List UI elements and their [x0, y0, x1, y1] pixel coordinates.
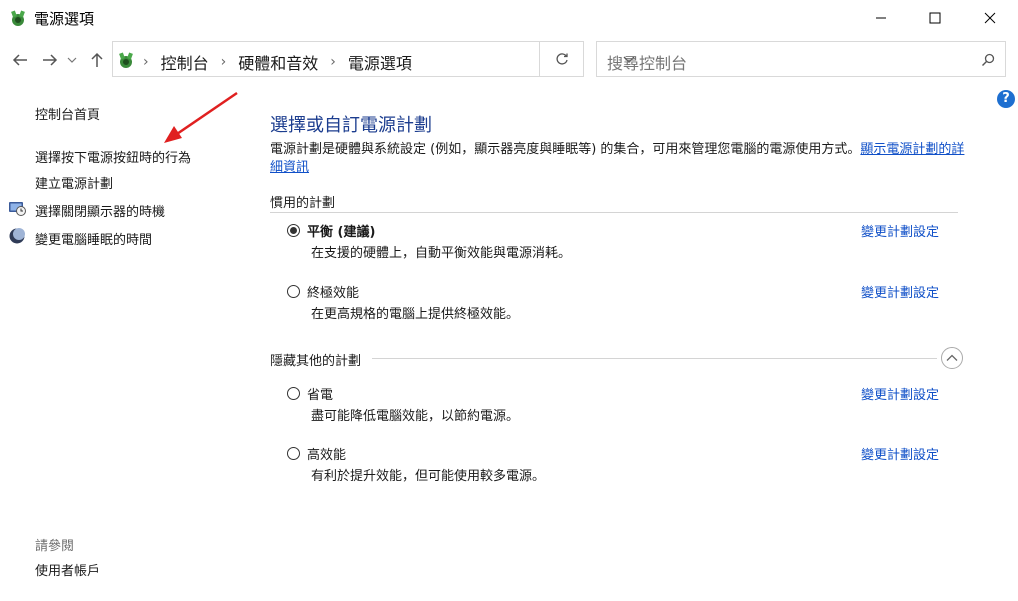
plan-balanced-radio[interactable]: [287, 224, 300, 237]
plan-high-performance-desc: 有利於提升效能，但可能使用較多電源。: [311, 469, 546, 484]
section-divider: [270, 212, 958, 213]
close-icon: [984, 12, 996, 24]
refresh-icon: [555, 53, 568, 65]
section-divider: [372, 358, 937, 359]
page-title: 選擇或自訂電源計劃: [270, 115, 432, 136]
sleep-time-link[interactable]: 變更電腦睡眠的時間: [35, 229, 152, 248]
plan-details-link[interactable]: 顯示電源計劃的詳: [860, 142, 964, 157]
description-text: 電源計劃是硬體與系統設定 (例如，顯示器亮度與睡眠等) 的集合，可用來管理您電腦…: [270, 142, 861, 157]
plan-power-saver-radio[interactable]: [287, 387, 300, 400]
annotation-arrow-icon: [164, 91, 238, 143]
page-description: 電源計劃是硬體與系統設定 (例如，顯示器亮度與睡眠等) 的集合，可用來管理您電腦…: [270, 141, 970, 177]
search-placeholder: 搜尋控制台: [607, 54, 688, 73]
minimize-button[interactable]: [858, 0, 904, 36]
power-options-icon: [119, 52, 133, 68]
sleep-moon-icon: [9, 228, 25, 244]
power-button-behavior-link[interactable]: 選擇按下電源按鈕時的行為: [35, 147, 191, 166]
window-title: 電源選項: [34, 10, 95, 28]
display-off-link[interactable]: 選擇關閉顯示器的時機: [35, 201, 165, 220]
plan-details-link-continued[interactable]: 細資訊: [270, 160, 309, 175]
forward-arrow-icon: [43, 54, 58, 66]
plan-ultimate-radio[interactable]: [287, 285, 300, 298]
plan-balanced-name[interactable]: 平衡 (建議): [307, 221, 375, 240]
up-button[interactable]: [85, 48, 109, 72]
plan-balanced-settings-link[interactable]: 變更計劃設定: [861, 221, 939, 240]
hidden-plans-heading: 隱藏其他的計劃: [270, 354, 362, 369]
title-bar: 電源選項: [0, 0, 1018, 36]
collapse-hidden-plans-button[interactable]: [941, 347, 963, 369]
breadcrumb: › 控制台 › 硬體和音效 › 電源選項: [143, 50, 412, 74]
refresh-button[interactable]: [540, 41, 584, 77]
plan-high-performance-radio[interactable]: [287, 447, 300, 460]
display-clock-icon: [9, 202, 26, 216]
address-bar[interactable]: › 控制台 › 硬體和音效 › 電源選項: [112, 41, 635, 77]
breadcrumb-separator-icon[interactable]: ›: [330, 54, 336, 70]
close-button[interactable]: [967, 0, 1013, 36]
up-arrow-icon: [91, 52, 103, 67]
plan-high-performance-name[interactable]: 高效能: [307, 444, 346, 463]
plan-high-performance-settings-link[interactable]: 變更計劃設定: [861, 444, 939, 463]
plan-ultimate-settings-link[interactable]: 變更計劃設定: [861, 282, 939, 301]
plan-balanced-desc: 在支援的硬體上，自動平衡效能與電源消耗。: [311, 246, 572, 261]
back-button[interactable]: [8, 48, 32, 72]
back-arrow-icon: [12, 54, 27, 66]
plan-power-saver-name[interactable]: 省電: [307, 384, 333, 403]
minimize-icon: [876, 17, 886, 19]
plan-power-saver-desc: 盡可能降低電腦效能，以節約電源。: [311, 409, 520, 424]
plan-ultimate-desc: 在更高規格的電腦上提供終極效能。: [311, 307, 520, 322]
breadcrumb-control-panel[interactable]: 控制台: [161, 50, 209, 74]
search-input[interactable]: 搜尋控制台: [596, 41, 1006, 77]
plan-power-saver-settings-link[interactable]: 變更計劃設定: [861, 384, 939, 403]
breadcrumb-separator-icon[interactable]: ›: [143, 54, 149, 70]
breadcrumb-power-options[interactable]: 電源選項: [348, 50, 412, 74]
chevron-down-icon: [67, 57, 77, 63]
preferred-plans-heading: 慣用的計劃: [270, 196, 336, 211]
breadcrumb-hardware-sound[interactable]: 硬體和音效: [238, 50, 318, 74]
plan-ultimate-name[interactable]: 終極效能: [307, 282, 359, 301]
user-accounts-link[interactable]: 使用者帳戶: [35, 560, 100, 579]
search-icon[interactable]: [981, 53, 995, 67]
maximize-button[interactable]: [912, 0, 958, 36]
recent-locations-button[interactable]: [64, 48, 80, 72]
see-also-heading: 請參閱: [35, 539, 75, 554]
control-panel-home-link[interactable]: 控制台首頁: [35, 104, 100, 123]
chevron-up-icon: [946, 354, 958, 361]
power-options-icon: [11, 10, 25, 26]
create-power-plan-link[interactable]: 建立電源計劃: [35, 173, 113, 192]
maximize-icon: [929, 12, 941, 24]
breadcrumb-separator-icon[interactable]: ›: [221, 54, 227, 70]
help-icon[interactable]: ?: [997, 90, 1015, 108]
forward-button[interactable]: [38, 48, 62, 72]
